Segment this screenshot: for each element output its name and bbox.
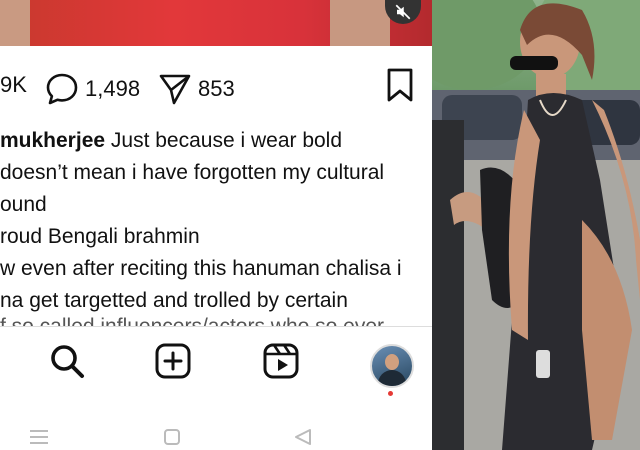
- shares-count: 853: [198, 76, 235, 101]
- nav-create[interactable]: [154, 342, 192, 385]
- likes-count[interactable]: 9K: [0, 72, 27, 98]
- avatar-body: [378, 370, 406, 386]
- media-right-edge: [330, 0, 390, 46]
- menu-icon[interactable]: [28, 428, 50, 446]
- notification-dot: [388, 391, 393, 396]
- avatar-face: [385, 354, 399, 370]
- home-icon[interactable]: [162, 427, 182, 447]
- create-icon: [155, 343, 191, 379]
- caption-line: mukherjee Just because i wear bold: [0, 125, 432, 157]
- caption-line: na get targetted and trolled by certain: [0, 289, 348, 312]
- mute-button[interactable]: [385, 0, 421, 24]
- instagram-post-panel: 9K 1,498 853 mukherjee Just because i we…: [0, 0, 432, 450]
- comment-icon: [46, 73, 78, 105]
- post-media-preview[interactable]: [0, 0, 432, 46]
- caption-line: doesn’t mean i have forgotten my cultura…: [0, 161, 385, 184]
- caption-text: Just because i wear bold: [105, 129, 343, 152]
- comments-count: 1,498: [85, 76, 141, 101]
- caption-username[interactable]: mukherjee: [0, 129, 105, 152]
- reels-icon: [263, 343, 299, 379]
- post-caption: mukherjee Just because i wear bold doesn…: [0, 125, 432, 327]
- mute-icon: [395, 4, 411, 20]
- video-frame-photo: [432, 0, 640, 450]
- profile-avatar[interactable]: [370, 344, 414, 388]
- share-icon: [159, 74, 191, 105]
- share-button[interactable]: 853: [158, 72, 235, 106]
- nav-divider: [0, 326, 432, 327]
- media-left-edge: [0, 0, 30, 46]
- bookmark-icon: [387, 68, 413, 102]
- comment-button[interactable]: 1,498: [45, 72, 140, 106]
- back-icon[interactable]: [292, 427, 314, 447]
- bookmark-button[interactable]: [386, 67, 414, 108]
- caption-line: roud Bengali brahmin: [0, 225, 200, 248]
- system-navigation-bar: [0, 418, 432, 450]
- street-scene-illustration: [432, 0, 640, 450]
- caption-line: w even after reciting this hanuman chali…: [0, 257, 402, 280]
- caption-line: ound: [0, 193, 47, 216]
- search-icon: [51, 345, 84, 378]
- nav-reels[interactable]: [262, 342, 300, 385]
- post-action-bar: 9K 1,498 853: [0, 62, 432, 112]
- bottom-navigation: [0, 340, 432, 396]
- likes-value: 9K: [0, 72, 27, 97]
- nav-search[interactable]: [48, 342, 86, 385]
